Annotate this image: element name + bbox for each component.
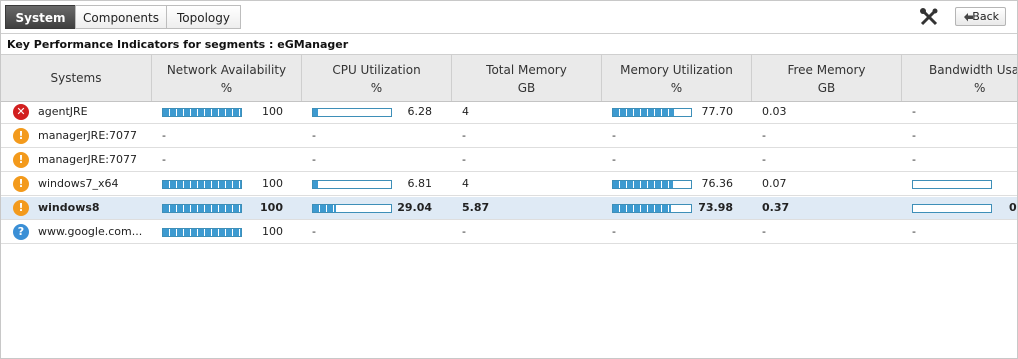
network-availability-value: 100: [262, 225, 283, 238]
cpu-utilization-bar-ticks: [313, 205, 391, 212]
major-status-icon: !: [13, 176, 29, 192]
table-row[interactable]: ✕ agentJRE 100 6.28 4 77.70 0.03 -: [1, 101, 1017, 124]
network-availability-value: 100: [260, 201, 283, 214]
network-availability-value: 100: [262, 177, 283, 190]
network-availability-bar: [162, 108, 242, 117]
memory-utilization-bar: [612, 180, 692, 189]
memory-utilization-bar: [612, 204, 692, 213]
memory-utilization-value: -: [612, 129, 616, 142]
column-header-total-memory[interactable]: Total Memory GB: [452, 55, 602, 101]
memory-utilization-bar: [612, 108, 692, 117]
view-tabs: System Components Topology: [5, 5, 241, 29]
memory-utilization-value: -: [612, 153, 616, 166]
free-memory-value: 0.37: [762, 201, 790, 214]
cpu-utilization-value: -: [312, 153, 316, 166]
cpu-utilization-bar: [312, 108, 392, 117]
column-header-cpu-utilization[interactable]: CPU Utilization %: [302, 55, 452, 101]
total-memory-value: 4: [462, 177, 469, 190]
memory-utilization-bar-ticks: [613, 109, 691, 116]
memory-utilization-value: 77.70: [701, 105, 734, 118]
cpu-utilization-value: -: [312, 225, 316, 238]
tab-components[interactable]: Components: [75, 5, 167, 29]
back-button-label: Back: [972, 10, 999, 23]
tools-icon[interactable]: [919, 7, 939, 27]
table-row[interactable]: ! windows7_x64 100 6.81 4 76.36 0.07: [1, 173, 1017, 196]
critical-status-icon: ✕: [13, 104, 29, 120]
kpi-panel: System Components Topology Back Key Perf…: [0, 0, 1018, 359]
system-name-link[interactable]: managerJRE:7077: [38, 125, 146, 147]
bandwidth-usage-bar: [912, 204, 992, 213]
tab-bar: System Components Topology Back: [1, 1, 1017, 33]
bandwidth-usage-bar-ticks: [913, 181, 991, 188]
total-memory-value: -: [462, 153, 466, 166]
bandwidth-usage-bar: [912, 180, 992, 189]
network-availability-bar: [162, 204, 242, 213]
free-memory-value: -: [762, 129, 766, 142]
network-availability-bar-ticks: [163, 181, 241, 188]
total-memory-value: 5.87: [462, 201, 490, 214]
cpu-utilization-bar: [312, 180, 392, 189]
table-row[interactable]: ? www.google.com... 100 - - - - -: [1, 221, 1017, 244]
network-availability-value: -: [162, 129, 166, 142]
system-name-link[interactable]: managerJRE:7077: [38, 149, 146, 171]
tab-system[interactable]: System: [5, 5, 76, 29]
table-header: Systems Network Availability % CPU Utili…: [1, 55, 1017, 102]
system-name-link[interactable]: windows7_x64: [38, 173, 146, 195]
bandwidth-usage-value: -: [912, 105, 916, 118]
total-memory-value: -: [462, 225, 466, 238]
bandwidth-usage-value: -: [912, 129, 916, 142]
column-header-free-memory[interactable]: Free Memory GB: [752, 55, 902, 101]
cpu-utilization-value: -: [312, 129, 316, 142]
memory-utilization-bar-ticks: [613, 205, 691, 212]
system-name-link[interactable]: windows8: [38, 197, 146, 219]
total-memory-value: -: [462, 129, 466, 142]
column-header-network-availability[interactable]: Network Availability %: [152, 55, 302, 101]
free-memory-value: 0.03: [762, 105, 787, 118]
total-memory-value: 4: [462, 105, 469, 118]
memory-utilization-value: 76.36: [701, 177, 734, 190]
cpu-utilization-value: 29.04: [397, 201, 432, 214]
cpu-utilization-bar: [312, 204, 392, 213]
major-status-icon: !: [13, 152, 29, 168]
kpi-title: Key Performance Indicators for segments …: [1, 33, 1017, 55]
free-memory-value: -: [762, 153, 766, 166]
bandwidth-usage-value: -: [912, 225, 916, 238]
network-availability-value: 100: [262, 105, 283, 118]
tab-topology[interactable]: Topology: [166, 5, 241, 29]
cpu-utilization-bar-ticks: [313, 109, 391, 116]
memory-utilization-value: -: [612, 225, 616, 238]
table-row[interactable]: ! managerJRE:7077 - - - - - -: [1, 149, 1017, 172]
network-availability-bar-ticks: [163, 109, 241, 116]
major-status-icon: !: [13, 128, 29, 144]
cpu-utilization-bar-ticks: [313, 181, 391, 188]
unknown-status-icon: ?: [13, 224, 29, 240]
network-availability-bar-ticks: [163, 205, 241, 212]
cpu-utilization-value: 6.28: [407, 105, 433, 118]
table-row[interactable]: ! windows8 100 29.04 5.87 73.98 0.37 0: [1, 197, 1017, 220]
table-row[interactable]: ! managerJRE:7077 - - - - - -: [1, 125, 1017, 148]
column-header-systems[interactable]: Systems: [1, 55, 152, 101]
system-name-link[interactable]: agentJRE: [38, 101, 146, 123]
column-header-bandwidth-usage[interactable]: Bandwidth Usa %: [902, 55, 1017, 101]
bandwidth-usage-bar-ticks: [913, 205, 991, 212]
column-header-memory-utilization[interactable]: Memory Utilization %: [602, 55, 752, 101]
free-memory-value: -: [762, 225, 766, 238]
memory-utilization-bar-ticks: [613, 181, 691, 188]
network-availability-bar-ticks: [163, 229, 241, 236]
back-arrow-icon: [963, 11, 974, 22]
network-availability-bar: [162, 228, 242, 237]
bandwidth-usage-value: 0: [1009, 201, 1017, 214]
back-button[interactable]: Back: [955, 7, 1006, 26]
major-status-icon: !: [13, 200, 29, 216]
free-memory-value: 0.07: [762, 177, 787, 190]
bandwidth-usage-value: -: [912, 153, 916, 166]
system-name-link[interactable]: www.google.com...: [38, 221, 146, 243]
network-availability-value: -: [162, 153, 166, 166]
network-availability-bar: [162, 180, 242, 189]
memory-utilization-value: 73.98: [698, 201, 733, 214]
cpu-utilization-value: 6.81: [407, 177, 433, 190]
